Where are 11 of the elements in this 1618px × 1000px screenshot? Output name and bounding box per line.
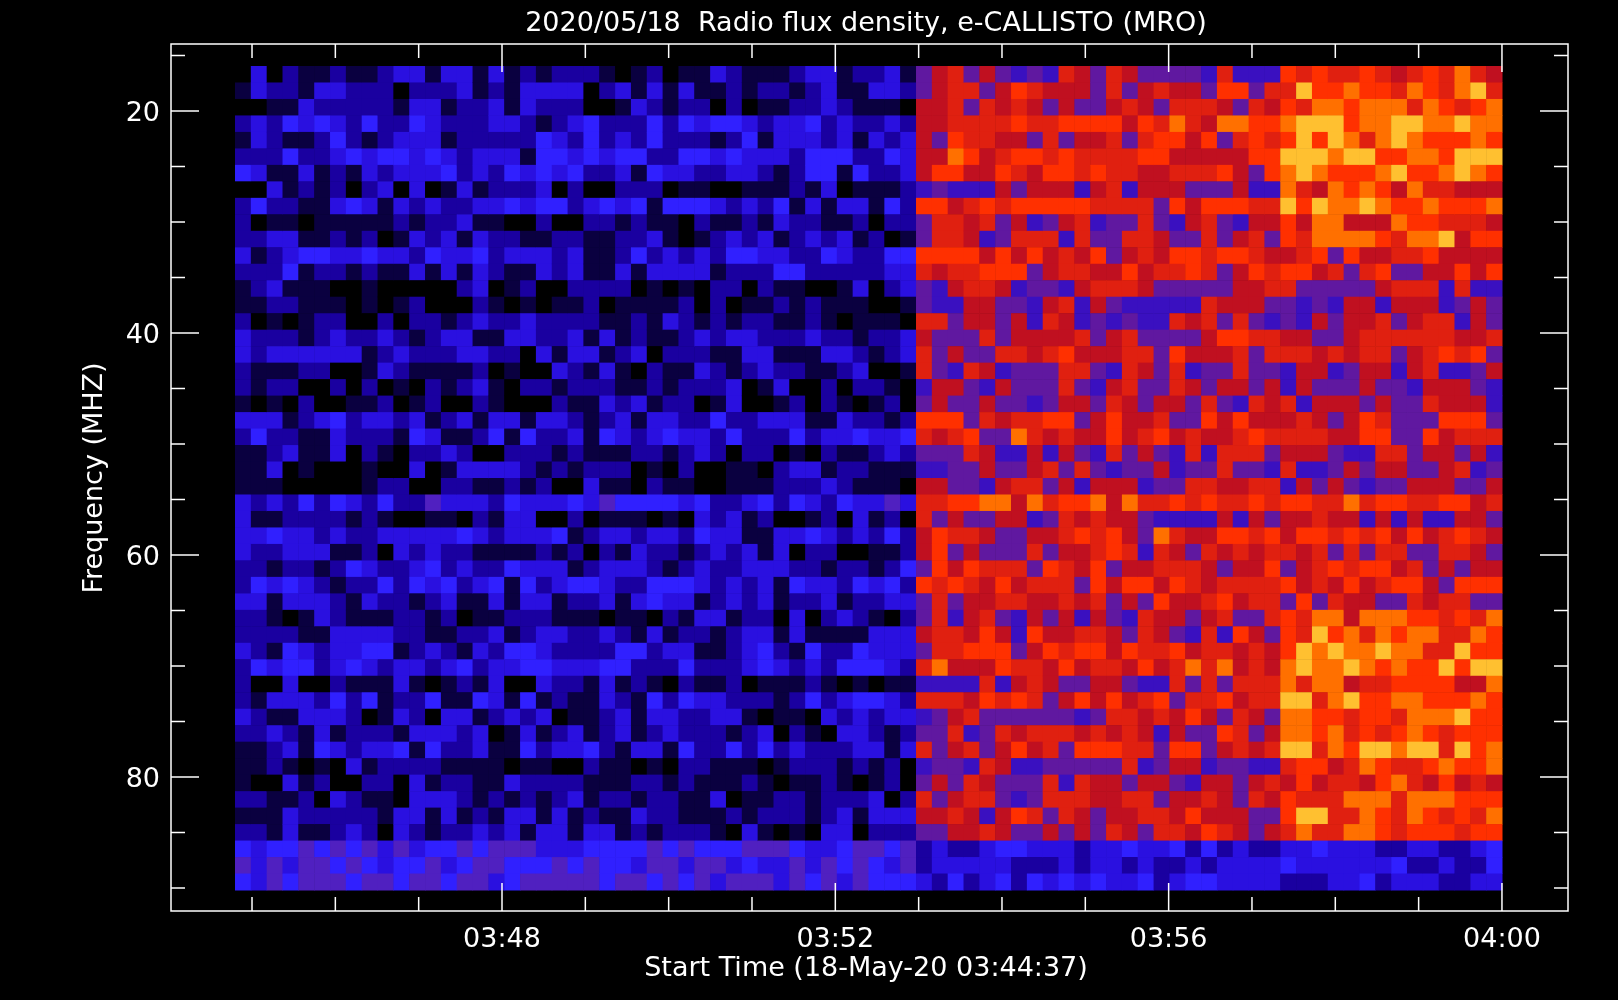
x-axis-label: Start Time (18-May-20 03:44:37) (644, 951, 1088, 982)
y-axis-label: Frequency (MHZ) (77, 362, 108, 594)
x-tick-label: 03:48 (463, 922, 541, 953)
y-tick-label: 60 (125, 540, 160, 571)
y-tick-label: 40 (125, 318, 160, 349)
chart-title: 2020/05/18 Radio flux density, e-CALLISTO (MRO) (525, 6, 1207, 37)
y-tick-label: 80 (125, 762, 160, 793)
y-tick-label: 20 (125, 96, 160, 127)
x-tick-label: 03:56 (1129, 922, 1208, 953)
x-tick-label: 03:52 (796, 922, 875, 953)
x-tick-label: 04:00 (1463, 922, 1541, 953)
